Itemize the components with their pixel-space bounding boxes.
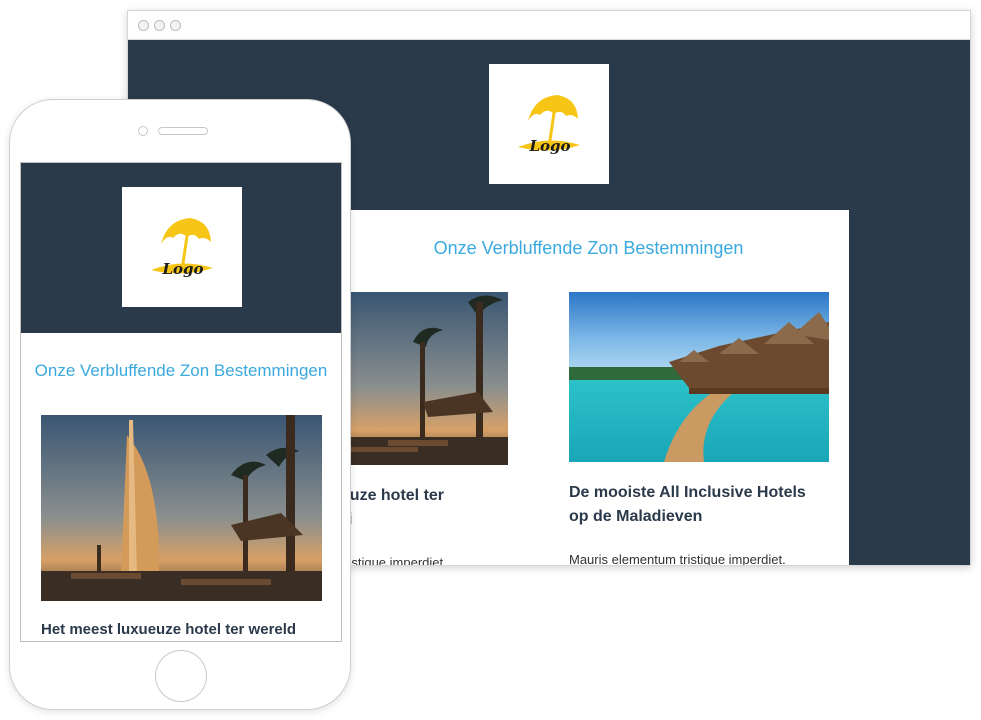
- mobile-header: Logo: [21, 163, 341, 333]
- phone-speaker: [158, 127, 208, 135]
- content-card: Onze Verbluffende Zon Bestemmingen luxue…: [308, 210, 849, 566]
- window-minimize-dot[interactable]: [154, 20, 165, 31]
- dubai-hotel-image[interactable]: [41, 415, 322, 601]
- umbrella-logo-icon: Logo: [518, 95, 580, 155]
- article-heading[interactable]: Het meest luxueuze hotel ter wereld: [41, 621, 331, 638]
- email-mobile-view: Logo Onze Verbluffende Zon Bestemmingen: [20, 162, 342, 642]
- window-close-dot[interactable]: [138, 20, 149, 31]
- article-excerpt: Mauris elementum tristique imperdiet.: [569, 552, 786, 566]
- logo[interactable]: Logo: [489, 64, 609, 184]
- logo[interactable]: Logo: [122, 187, 242, 307]
- umbrella-logo-icon: Logo: [151, 218, 213, 278]
- maldives-bungalows-image[interactable]: [569, 292, 829, 462]
- section-title: Onze Verbluffende Zon Bestemmingen: [34, 361, 328, 380]
- svg-text:Logo: Logo: [161, 260, 203, 278]
- browser-titlebar: [128, 11, 970, 40]
- svg-text:Logo: Logo: [528, 137, 570, 155]
- phone-mockup: Logo Onze Verbluffende Zon Bestemmingen: [9, 99, 351, 710]
- phone-camera: [138, 126, 148, 136]
- section-title: Onze Verbluffende Zon Bestemmingen: [433, 238, 744, 258]
- phone-home-button[interactable]: [155, 650, 207, 702]
- article-heading[interactable]: De mooiste All Inclusive Hotels op de Ma…: [569, 481, 829, 529]
- window-maximize-dot[interactable]: [170, 20, 181, 31]
